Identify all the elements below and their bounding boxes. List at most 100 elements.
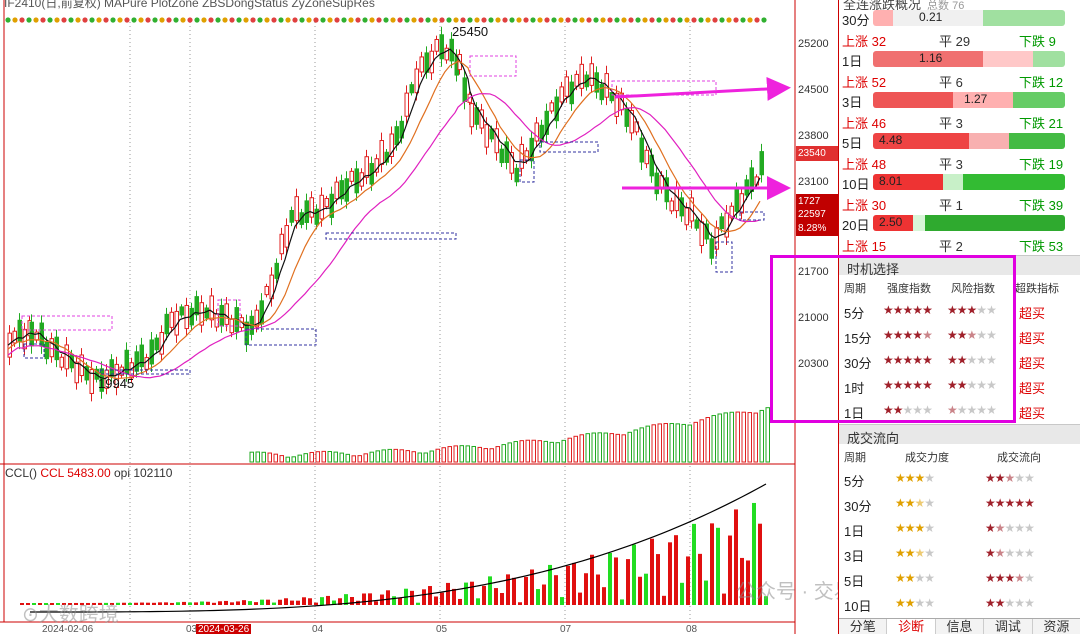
timing-row[interactable]: 15分 ★★★★★ ★★★★★ 超买: [839, 323, 1080, 348]
candle-body: [534, 122, 539, 142]
stat-row[interactable]: 3日 1.27: [839, 90, 1080, 110]
volume-bar: [441, 447, 446, 463]
ccl-bar: [524, 576, 528, 605]
star-empty-icon: ★: [986, 353, 997, 367]
status-dot: [47, 17, 53, 23]
status-dot: [474, 17, 480, 23]
ccl-bar: [488, 576, 492, 605]
ccl-bar: [614, 557, 618, 605]
star-empty-icon: ★: [986, 328, 997, 342]
ccl-bar: [512, 577, 516, 605]
status-dot: [313, 17, 319, 23]
volume-bar: [405, 450, 410, 463]
bottom-tab[interactable]: 诊断: [887, 619, 936, 634]
status-dot: [733, 17, 739, 23]
volume-bar: [567, 437, 572, 463]
stat-row[interactable]: 10日 8.01: [839, 172, 1080, 192]
star-full-icon: ★: [912, 353, 923, 367]
flow-row[interactable]: 5分 ★★★★ ★★★★★: [839, 466, 1080, 491]
ccl-bar: [536, 589, 540, 605]
direction-stars: ★★★★★: [985, 496, 1035, 510]
updown-row: 上涨 48 平 3 下跌 19: [839, 152, 1080, 172]
star-full-icon: ★: [956, 303, 968, 317]
star-full-icon: ★: [966, 303, 978, 317]
volume-bar: [261, 451, 266, 463]
ccl-bar: [194, 602, 198, 605]
timing-row[interactable]: 1时 ★★★★★ ★★★★★ 超买: [839, 373, 1080, 398]
status-dot: [250, 17, 256, 23]
strength-stars: ★★★★★: [883, 353, 933, 367]
stat-row[interactable]: 30分 0.21: [839, 8, 1080, 28]
ccl-bar: [284, 598, 288, 605]
timing-row[interactable]: 1日 ★★★★★ ★★★★★ 超买: [839, 398, 1080, 423]
volume-bar: [357, 455, 362, 463]
star-empty-icon: ★: [922, 403, 933, 417]
volume-bar: [759, 409, 764, 463]
volume-bar: [651, 424, 656, 463]
flow-section-header[interactable]: 成交流向: [839, 424, 1080, 446]
stat-row[interactable]: 20日 2.50: [839, 213, 1080, 233]
kline-chart-canvas[interactable]: [0, 0, 838, 634]
stat-row[interactable]: 5日 4.48: [839, 131, 1080, 151]
ccl-bar: [302, 597, 306, 605]
star-full-icon: ★: [892, 353, 904, 367]
timing-row[interactable]: 30分 ★★★★★ ★★★★★ 超买: [839, 348, 1080, 373]
status-dot: [299, 17, 305, 23]
timing-row[interactable]: 5分 ★★★★★ ★★★★★ 超买: [839, 298, 1080, 323]
status-dot: [208, 17, 214, 23]
status-dot: [614, 17, 620, 23]
kline-chart-area[interactable]: IF2410(日,前复权) MAPure PlotZone ZBSDongSta…: [0, 0, 939, 634]
volume-bar: [309, 451, 314, 463]
status-dot: [586, 17, 592, 23]
status-dot: [579, 17, 585, 23]
stat-row[interactable]: 1日 1.16: [839, 49, 1080, 69]
volume-bar: [675, 423, 680, 463]
price-tag: 8.28%: [796, 221, 838, 236]
candle-body: [699, 221, 704, 247]
status-dot: [145, 17, 151, 23]
date-axis-label: 07: [560, 624, 572, 634]
volume-bar: [363, 453, 368, 463]
ccl-bar: [422, 589, 426, 605]
ccl-bar: [704, 580, 708, 605]
status-dot: [663, 17, 669, 23]
bottom-tab[interactable]: 调试: [984, 619, 1033, 634]
ccl-bar: [230, 602, 234, 605]
ccl-bar: [554, 575, 558, 605]
force-stars: ★★★★: [895, 471, 935, 485]
candle-body: [154, 337, 159, 351]
volume-bar: [663, 423, 668, 463]
flow-row[interactable]: 10日 ★★★★ ★★★★★: [839, 591, 1080, 616]
flow-row[interactable]: 5日 ★★★★ ★★★★★: [839, 566, 1080, 591]
star-full-icon: ★: [922, 378, 933, 392]
flow-period: 10日: [844, 599, 872, 614]
volume-bar: [303, 453, 308, 463]
candle-body: [439, 34, 444, 60]
bottom-tab[interactable]: 分笔: [839, 619, 888, 634]
candle-body: [719, 216, 724, 230]
flow-row[interactable]: 3日 ★★★★ ★★★★★: [839, 541, 1080, 566]
flow-row[interactable]: 1日 ★★★★ ★★★★★: [839, 516, 1080, 541]
ccl-bar: [602, 587, 606, 605]
annotation-arrow: [614, 76, 791, 101]
status-dot: [61, 17, 67, 23]
status-dot: [761, 17, 767, 23]
status-dot: [285, 17, 291, 23]
bottom-tab[interactable]: 资源: [1032, 619, 1080, 634]
price-axis-label: 23800: [798, 130, 829, 142]
status-dot: [712, 17, 718, 23]
status-dot: [159, 17, 165, 23]
status-dot: [180, 17, 186, 23]
star-empty-icon: ★: [1024, 596, 1035, 610]
volume-bar: [555, 442, 560, 463]
star-half-icon: ★: [994, 521, 1006, 535]
flow-row[interactable]: 30分 ★★★★ ★★★★★: [839, 491, 1080, 516]
up-count: 上涨 52: [842, 75, 887, 90]
timing-section-header[interactable]: 时机选择: [839, 255, 1080, 277]
stat-period: 5日: [842, 136, 863, 151]
bottom-tab[interactable]: 信息: [935, 619, 985, 634]
status-dot: [40, 17, 46, 23]
flat-count: 平 2: [939, 239, 963, 254]
direction-stars: ★★★★★: [985, 471, 1035, 485]
volume-bar: [609, 433, 614, 463]
